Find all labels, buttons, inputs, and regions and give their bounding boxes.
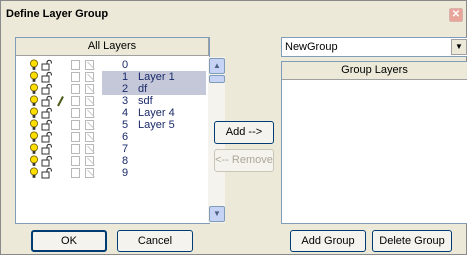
scroll-down-button[interactable]: ▼ <box>209 206 225 222</box>
lightbulb-icon[interactable] <box>29 71 41 83</box>
lightbulb-icon[interactable] <box>29 83 41 95</box>
unlocked-icon[interactable] <box>41 131 53 143</box>
all-layers-list[interactable]: All Layers 0 1 Layer 1 2 df 3 sdf 4 Layer 4 5 Laye… <box>15 37 225 224</box>
layer-name: Layer 5 <box>138 119 175 131</box>
layer-color-swatch[interactable] <box>85 132 94 142</box>
layer-row[interactable]: 8 <box>16 155 198 167</box>
unlocked-icon[interactable] <box>41 119 53 131</box>
layer-highlight <box>102 131 206 143</box>
layer-color-swatch[interactable] <box>85 156 94 166</box>
chevron-up-icon: ▲ <box>213 61 221 70</box>
layer-number: 9 <box>122 167 129 179</box>
dropdown-button[interactable]: ▼ <box>451 39 467 55</box>
layer-number: 2 <box>122 83 129 95</box>
layer-color-swatch[interactable] <box>85 144 94 154</box>
layer-color-swatch[interactable] <box>85 60 94 70</box>
unlocked-icon[interactable] <box>41 107 53 119</box>
layer-row[interactable]: 3 sdf <box>16 95 198 107</box>
group-layers-header[interactable]: Group Layers <box>282 62 467 80</box>
close-icon: ✕ <box>451 9 461 20</box>
layer-color-swatch[interactable] <box>85 120 94 130</box>
layer-checkbox[interactable] <box>71 72 80 82</box>
layer-highlight <box>102 59 206 71</box>
layer-row[interactable]: 4 Layer 4 <box>16 107 198 119</box>
unlocked-icon[interactable] <box>41 143 53 155</box>
title-bar: Define Layer Group ✕ <box>1 1 466 27</box>
layer-highlight <box>102 143 206 155</box>
layer-number: 1 <box>122 71 129 83</box>
scroll-thumb[interactable] <box>209 75 225 83</box>
unlocked-icon[interactable] <box>41 155 53 167</box>
lightbulb-icon[interactable] <box>29 59 41 71</box>
layer-number: 0 <box>122 59 129 71</box>
lightbulb-icon[interactable] <box>29 167 41 179</box>
delete-group-button[interactable]: Delete Group <box>372 230 452 252</box>
scroll-up-button[interactable]: ▲ <box>209 58 225 74</box>
layer-number: 5 <box>122 119 129 131</box>
layer-name: Layer 4 <box>138 107 175 119</box>
unlocked-icon[interactable] <box>41 71 53 83</box>
layer-color-swatch[interactable] <box>85 96 94 106</box>
add-button[interactable]: Add --> <box>214 121 274 144</box>
layer-row[interactable]: 6 <box>16 131 198 143</box>
layer-row[interactable]: 1 Layer 1 <box>16 71 206 83</box>
layer-number: 4 <box>122 107 129 119</box>
layer-row[interactable]: 2 df <box>16 83 206 95</box>
close-button[interactable]: ✕ <box>449 8 463 22</box>
layer-checkbox[interactable] <box>71 168 80 178</box>
add-group-button[interactable]: Add Group <box>290 230 366 252</box>
layer-list-area[interactable]: 0 1 Layer 1 2 df 3 sdf 4 Layer 4 5 Layer 5 6789 <box>16 57 209 223</box>
group-layers-list[interactable]: Group Layers <box>281 61 467 224</box>
layer-name: Layer 1 <box>138 71 175 83</box>
layer-highlight <box>102 155 206 167</box>
ok-button[interactable]: OK <box>31 230 107 252</box>
pencil-icon <box>57 96 64 107</box>
lightbulb-icon[interactable] <box>29 155 41 167</box>
layer-checkbox[interactable] <box>71 84 80 94</box>
all-layers-header[interactable]: All Layers <box>16 38 209 56</box>
chevron-down-icon: ▼ <box>213 209 221 218</box>
layer-number: 8 <box>122 155 129 167</box>
layer-number: 3 <box>122 95 129 107</box>
layer-row[interactable]: 7 <box>16 143 198 155</box>
lightbulb-icon[interactable] <box>29 119 41 131</box>
lightbulb-icon[interactable] <box>29 95 41 107</box>
lightbulb-icon[interactable] <box>29 143 41 155</box>
layer-name: sdf <box>138 95 153 107</box>
chevron-down-icon: ▼ <box>455 42 463 51</box>
layer-row[interactable]: 0 <box>16 59 198 71</box>
lightbulb-icon[interactable] <box>29 107 41 119</box>
define-layer-group-dialog: Define Layer Group ✕ All Layers 0 1 Layer … <box>0 0 467 255</box>
cancel-button[interactable]: Cancel <box>117 230 193 252</box>
layer-color-swatch[interactable] <box>85 108 94 118</box>
unlocked-icon[interactable] <box>41 59 53 71</box>
unlocked-icon[interactable] <box>41 83 53 95</box>
layer-name: df <box>138 83 148 95</box>
layer-checkbox[interactable] <box>71 108 80 118</box>
layer-number: 6 <box>122 131 129 143</box>
group-select[interactable]: NewGroup ▼ <box>281 37 467 57</box>
lightbulb-icon[interactable] <box>29 131 41 143</box>
layer-color-swatch[interactable] <box>85 72 94 82</box>
layer-highlight <box>102 83 206 95</box>
remove-button[interactable]: <-- Remove <box>214 149 274 172</box>
unlocked-icon[interactable] <box>41 95 53 107</box>
layer-checkbox[interactable] <box>71 144 80 154</box>
layer-checkbox[interactable] <box>71 156 80 166</box>
layer-row[interactable]: 9 <box>16 167 198 179</box>
layer-checkbox[interactable] <box>71 120 80 130</box>
window-title: Define Layer Group <box>6 8 109 20</box>
layer-highlight <box>102 95 206 107</box>
layer-number: 7 <box>122 143 129 155</box>
layer-row[interactable]: 5 Layer 5 <box>16 119 198 131</box>
group-select-value: NewGroup <box>285 41 338 53</box>
layer-checkbox[interactable] <box>71 132 80 142</box>
unlocked-icon[interactable] <box>41 167 53 179</box>
layer-highlight <box>102 167 206 179</box>
layer-color-swatch[interactable] <box>85 168 94 178</box>
layer-color-swatch[interactable] <box>85 84 94 94</box>
layer-checkbox[interactable] <box>71 96 80 106</box>
layer-checkbox[interactable] <box>71 60 80 70</box>
